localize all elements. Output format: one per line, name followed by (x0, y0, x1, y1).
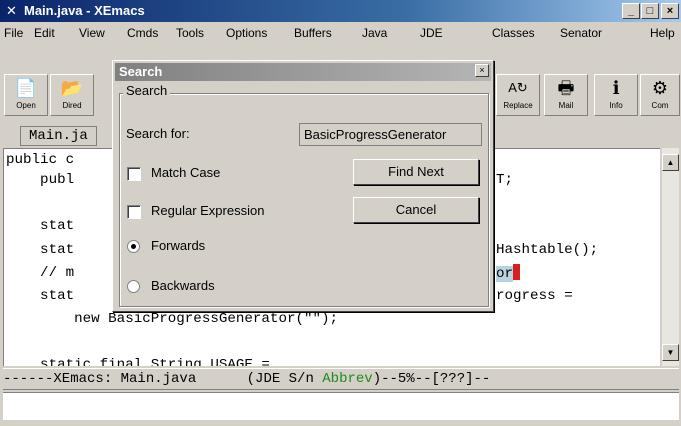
maximize-button[interactable]: □ (641, 3, 659, 19)
search-dialog: Search × Search Search for: BasicProgres… (112, 60, 494, 312)
close-button[interactable]: × (661, 3, 679, 19)
backwards-radio[interactable] (127, 280, 140, 293)
toolbar-dired-button[interactable]: 📂 Dired (50, 74, 94, 116)
window-title: Main.java - XEmacs (24, 3, 145, 18)
menu-senator[interactable]: Senator (560, 26, 602, 40)
info-icon: ℹ (612, 78, 620, 98)
menu-classes[interactable]: Classes (492, 26, 535, 40)
menu-cmds[interactable]: Cmds (127, 26, 158, 40)
toolbar-mail-button[interactable]: 🖶 Mail (544, 74, 588, 116)
minimize-button[interactable]: _ (622, 3, 640, 19)
menu-options[interactable]: Options (226, 26, 267, 40)
match-case-label: Match Case (151, 165, 221, 180)
code-line: or (496, 264, 521, 283)
code-line: publ (6, 172, 75, 188)
find-next-button[interactable]: Find Next (353, 159, 479, 185)
toolbar-replace-button[interactable]: A↻ Replace (496, 74, 540, 116)
code-line: new BasicProgressGenerator(""); (6, 311, 339, 327)
vertical-scrollbar[interactable]: ▲ ▼ (662, 148, 679, 366)
menu-bar: File Edit View Cmds Tools Options Buffer… (0, 23, 681, 43)
search-input[interactable]: BasicProgressGenerator (299, 123, 482, 146)
search-match-highlight: or (496, 266, 514, 282)
menu-view[interactable]: View (79, 26, 105, 40)
open-file-icon: 📄 (14, 78, 38, 98)
dialog-close-icon[interactable]: × (475, 64, 489, 77)
dialog-title: Search (115, 63, 491, 81)
radio-selected-dot (131, 244, 136, 249)
replace-icon: A↻ (508, 80, 528, 95)
code-line: Hashtable(); (496, 242, 599, 258)
toolbar-compile-button[interactable]: ⚙ Com (640, 74, 680, 116)
xemacs-app-icon: ✕ (6, 3, 17, 18)
search-group-label: Search (123, 83, 171, 98)
scroll-down-icon[interactable]: ▼ (662, 344, 679, 361)
menu-file[interactable]: File (4, 26, 23, 40)
modeline: ------XEmacs: Main.java (JDE S/n Abbrev)… (3, 368, 679, 390)
code-line: // m (6, 265, 75, 281)
toolbar-info-button[interactable]: ℹ Info (594, 74, 638, 116)
regex-label: Regular Expression (151, 203, 265, 218)
toolbar-open-button[interactable]: 📄 Open (4, 74, 48, 116)
search-for-label: Search for: (126, 126, 190, 141)
title-bar: ✕ Main.java - XEmacs _ □ × (0, 0, 681, 22)
compile-icon: ⚙ (651, 78, 669, 98)
code-line: rogress = (496, 288, 573, 304)
abbrev-indicator: Abbrev (322, 371, 373, 387)
minibuffer[interactable] (3, 392, 679, 420)
menu-java[interactable]: Java (362, 26, 387, 40)
mail-icon: 🖶 (557, 78, 575, 98)
forwards-radio[interactable] (127, 240, 140, 253)
cancel-button[interactable]: Cancel (353, 197, 479, 223)
text-cursor (513, 264, 521, 280)
regex-checkbox[interactable] (127, 205, 141, 219)
code-line: stat (6, 242, 75, 258)
buffer-tab[interactable]: Main.ja (20, 126, 97, 146)
code-line: T; (496, 172, 514, 188)
menu-tools[interactable]: Tools (176, 26, 204, 40)
code-line: public c (6, 152, 75, 168)
forwards-label: Forwards (151, 238, 206, 253)
match-case-checkbox[interactable] (127, 167, 141, 181)
scroll-up-icon[interactable]: ▲ (662, 154, 679, 171)
code-line: static final String USAGE = (6, 357, 270, 366)
backwards-label: Backwards (151, 278, 215, 293)
menu-edit[interactable]: Edit (34, 26, 55, 40)
menu-buffers[interactable]: Buffers (294, 26, 332, 40)
menu-help[interactable]: Help (650, 26, 675, 40)
code-line: stat (6, 288, 75, 304)
code-line: stat (6, 218, 75, 234)
menu-jde[interactable]: JDE (420, 26, 443, 40)
dired-folder-icon: 📂 (60, 78, 84, 98)
